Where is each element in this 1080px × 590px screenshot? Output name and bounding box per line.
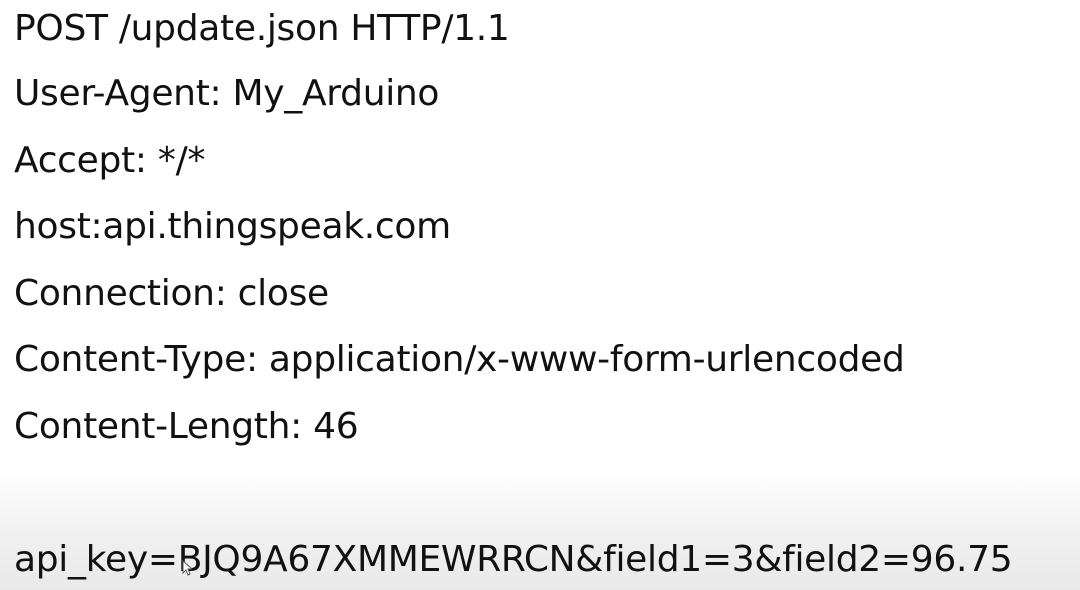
- content-length-header: Content-Length: 46: [14, 406, 359, 447]
- request-body: api_key=BJQ9A67XMMEWRRCN&field1=3&field2…: [14, 539, 1013, 580]
- accept-header: Accept: */*: [14, 140, 206, 181]
- user-agent-header: User-Agent: My_Arduino: [14, 73, 440, 114]
- request-line: POST /update.json HTTP/1.1: [14, 8, 510, 49]
- http-request-slide: POST /update.json HTTP/1.1 User-Agent: M…: [0, 0, 1080, 590]
- connection-header: Connection: close: [14, 273, 329, 314]
- host-header: host:api.thingspeak.com: [14, 206, 451, 247]
- mouse-pointer-icon: [182, 560, 192, 576]
- content-type-header: Content-Type: application/x-www-form-url…: [14, 339, 905, 380]
